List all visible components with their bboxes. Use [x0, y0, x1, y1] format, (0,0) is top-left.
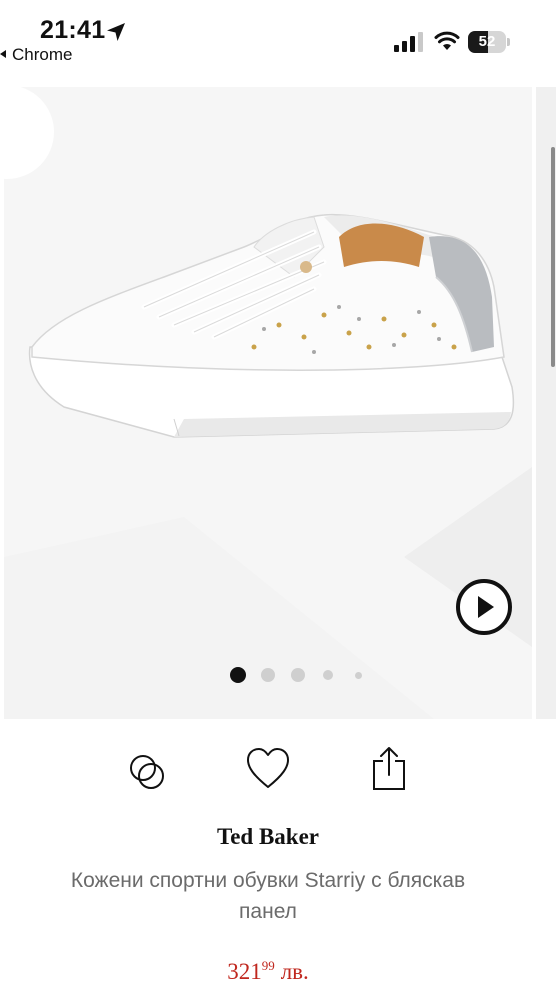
compare-circles-icon[interactable]	[122, 745, 172, 795]
price-cents: 99	[261, 958, 275, 973]
pagination-dot[interactable]	[354, 671, 362, 679]
pagination-dot[interactable]	[323, 670, 333, 680]
battery-icon: 52	[468, 31, 512, 53]
back-triangle-icon	[0, 50, 6, 58]
price-main: 321	[227, 959, 262, 984]
product-image	[28, 213, 515, 438]
product-image-gallery[interactable]	[4, 87, 532, 719]
battery-percent: 52	[478, 33, 496, 50]
wifi-icon	[434, 31, 460, 50]
heart-icon[interactable]	[243, 745, 293, 795]
status-bar: 21:41 Chrome 52	[0, 0, 556, 82]
back-app-label: Chrome	[12, 45, 73, 64]
share-icon[interactable]	[364, 745, 414, 795]
scrollbar[interactable]	[551, 147, 555, 367]
gallery-pagination	[230, 665, 370, 685]
product-price: 32199 лв.	[0, 958, 536, 985]
play-video-icon[interactable]	[454, 577, 514, 637]
product-brand[interactable]: Ted Baker	[0, 824, 536, 850]
pagination-dot[interactable]	[261, 668, 275, 682]
product-title: Кожени спортни обувки Starriy с бляскав …	[70, 869, 466, 923]
location-arrow-icon	[107, 23, 125, 41]
cellular-signal-icon	[394, 32, 423, 52]
price-currency: лв.	[280, 959, 309, 984]
status-time: 21:41	[40, 16, 106, 44]
product-actions	[0, 745, 556, 805]
back-to-app-link[interactable]: Chrome	[0, 45, 72, 65]
pagination-dot[interactable]	[291, 668, 305, 682]
pagination-dot[interactable]	[230, 667, 246, 683]
